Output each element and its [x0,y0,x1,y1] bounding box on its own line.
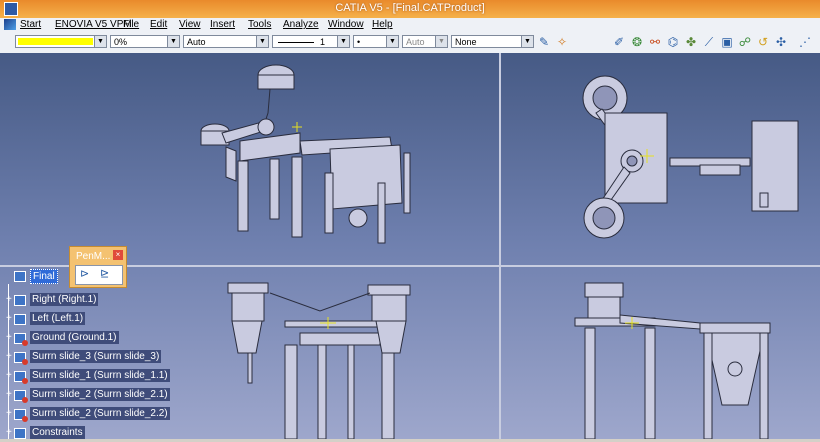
tree-node-label[interactable]: Right (Right.1) [30,293,99,306]
tree-node-label[interactable]: Final [30,269,58,284]
brush-icon[interactable]: ✧ [555,35,569,49]
expand-icon[interactable]: + [6,409,14,419]
product-icon [14,314,26,325]
view-divider-vertical[interactable] [499,53,501,439]
manipulate-icon[interactable]: ⟋ [702,35,716,49]
menu-window[interactable]: Window [328,19,364,30]
chevron-down-icon[interactable]: ▼ [386,36,398,47]
tree-node-label[interactable]: Constraints [30,426,85,439]
linetype-value: 1 [320,37,326,47]
pen-panel-title: PenM... [76,251,111,262]
iso-view [200,64,411,244]
window-title: CATIA V5 - [Final.CATProduct] [335,2,485,14]
expand-icon[interactable]: + [6,314,14,324]
part-icon [14,371,28,384]
point-value: • [357,37,361,47]
part-icon [14,352,28,365]
side-view [574,282,771,439]
tree-node-slide-1[interactable]: + Surrn slide_1 (Surrn slide_1.1) [2,368,202,385]
part-icon [14,333,28,346]
tree-node-ground[interactable]: + Ground (Ground.1) [2,330,202,347]
layer-auto-combo[interactable]: Auto ▼ [402,35,448,48]
tree-node-label[interactable]: Surrn slide_3 (Surrn slide_3) [30,350,162,363]
sketch-icon[interactable]: ✐ [612,35,626,49]
more-tools-icon[interactable]: ⋰ [798,35,812,49]
front-view [227,282,411,439]
tree-node-label[interactable]: Ground (Ground.1) [30,331,119,344]
chevron-down-icon[interactable]: ▼ [94,36,106,47]
chevron-down-icon[interactable]: ▼ [167,36,179,47]
menu-edit[interactable]: Edit [150,19,167,30]
menu-start[interactable]: Start [20,19,41,30]
chevron-down-icon[interactable]: ▼ [256,36,268,47]
constraints-icon [14,428,26,439]
menu-analyze[interactable]: Analyze [283,19,319,30]
linewidth-value: Auto [187,37,206,47]
tree-node-slide-2-1[interactable]: + Surrn slide_2 (Surrn slide_2.1) [2,387,202,404]
expand-icon[interactable]: + [6,352,14,362]
tree-node-label[interactable]: Surrn slide_1 (Surrn slide_1.1) [30,369,170,382]
clash-icon[interactable]: ☍ [738,35,752,49]
tree-node-right[interactable]: + Right (Right.1) [2,292,202,309]
assembly-icon[interactable]: ❂ [630,35,644,49]
linetype-combo[interactable]: 1 ▼ [272,35,350,48]
top-view [582,75,799,239]
chevron-down-icon[interactable]: ▼ [337,36,349,47]
layer-auto-value: Auto [406,37,425,47]
tree-node-label[interactable]: Surrn slide_2 (Surrn slide_2.2) [30,407,170,420]
fix-icon[interactable]: ✤ [684,35,698,49]
menu-help[interactable]: Help [372,19,393,30]
expand-icon[interactable]: + [6,371,14,381]
transparency-value: 0% [114,37,128,47]
part-icon [14,390,28,403]
layer-combo[interactable]: None ▼ [451,35,534,48]
tree-node-slide-2-2[interactable]: + Surrn slide_2 (Surrn slide_2.2) [2,406,202,423]
transparency-combo[interactable]: 0% ▼ [110,35,180,48]
line-sample-icon [278,42,314,43]
menu-view[interactable]: View [179,19,201,30]
chevron-down-icon[interactable]: ▼ [435,36,447,47]
expand-icon[interactable]: + [6,333,14,343]
layer-value: None [455,37,477,47]
format-painter-icon[interactable]: ✎ [537,35,551,49]
tree-node-left[interactable]: + Left (Left.1) [2,311,202,328]
menu-tools[interactable]: Tools [248,19,271,30]
tree-node-root[interactable]: Final [2,268,202,285]
color-combo[interactable]: ▼ [15,35,107,48]
expand-icon[interactable]: + [6,390,14,400]
update-icon[interactable]: ↺ [756,35,770,49]
menu-enovia[interactable]: ENOVIA V5 VPM [55,19,132,30]
tree-node-label[interactable]: Left (Left.1) [30,312,86,325]
product-icon [14,271,26,282]
product-icon [14,295,26,306]
measure-icon[interactable]: ✣ [774,35,788,49]
graphic-properties-toolbar: ▼ 0% ▼ Auto ▼ 1 ▼ • ▼ Auto ▼ None ▼ ✎ ✧ … [0,32,820,54]
menu-bar: Start ENOVIA V5 VPM File Edit View Inser… [0,18,820,33]
linewidth-combo[interactable]: Auto ▼ [183,35,269,48]
tree-node-constraints[interactable]: + Constraints [2,425,202,442]
chevron-down-icon[interactable]: ▼ [521,36,533,47]
snap-icon[interactable]: ⌬ [666,35,680,49]
explode-icon[interactable]: ▣ [720,35,734,49]
start-icon[interactable] [4,19,16,30]
color-swatch [18,38,93,45]
title-bar: CATIA V5 - [Final.CATProduct] [0,0,820,18]
part-icon [14,409,28,422]
expand-icon[interactable]: + [6,295,14,305]
close-icon[interactable]: × [113,250,123,260]
expand-icon[interactable]: + [6,428,14,438]
menu-insert[interactable]: Insert [210,19,235,30]
point-combo[interactable]: • ▼ [353,35,399,48]
constraint-icon[interactable]: ⚯ [648,35,662,49]
tree-node-slide-3[interactable]: + Surrn slide_3 (Surrn slide_3) [2,349,202,366]
tree-node-label[interactable]: Surrn slide_2 (Surrn slide_2.1) [30,388,170,401]
menu-file[interactable]: File [123,19,139,30]
